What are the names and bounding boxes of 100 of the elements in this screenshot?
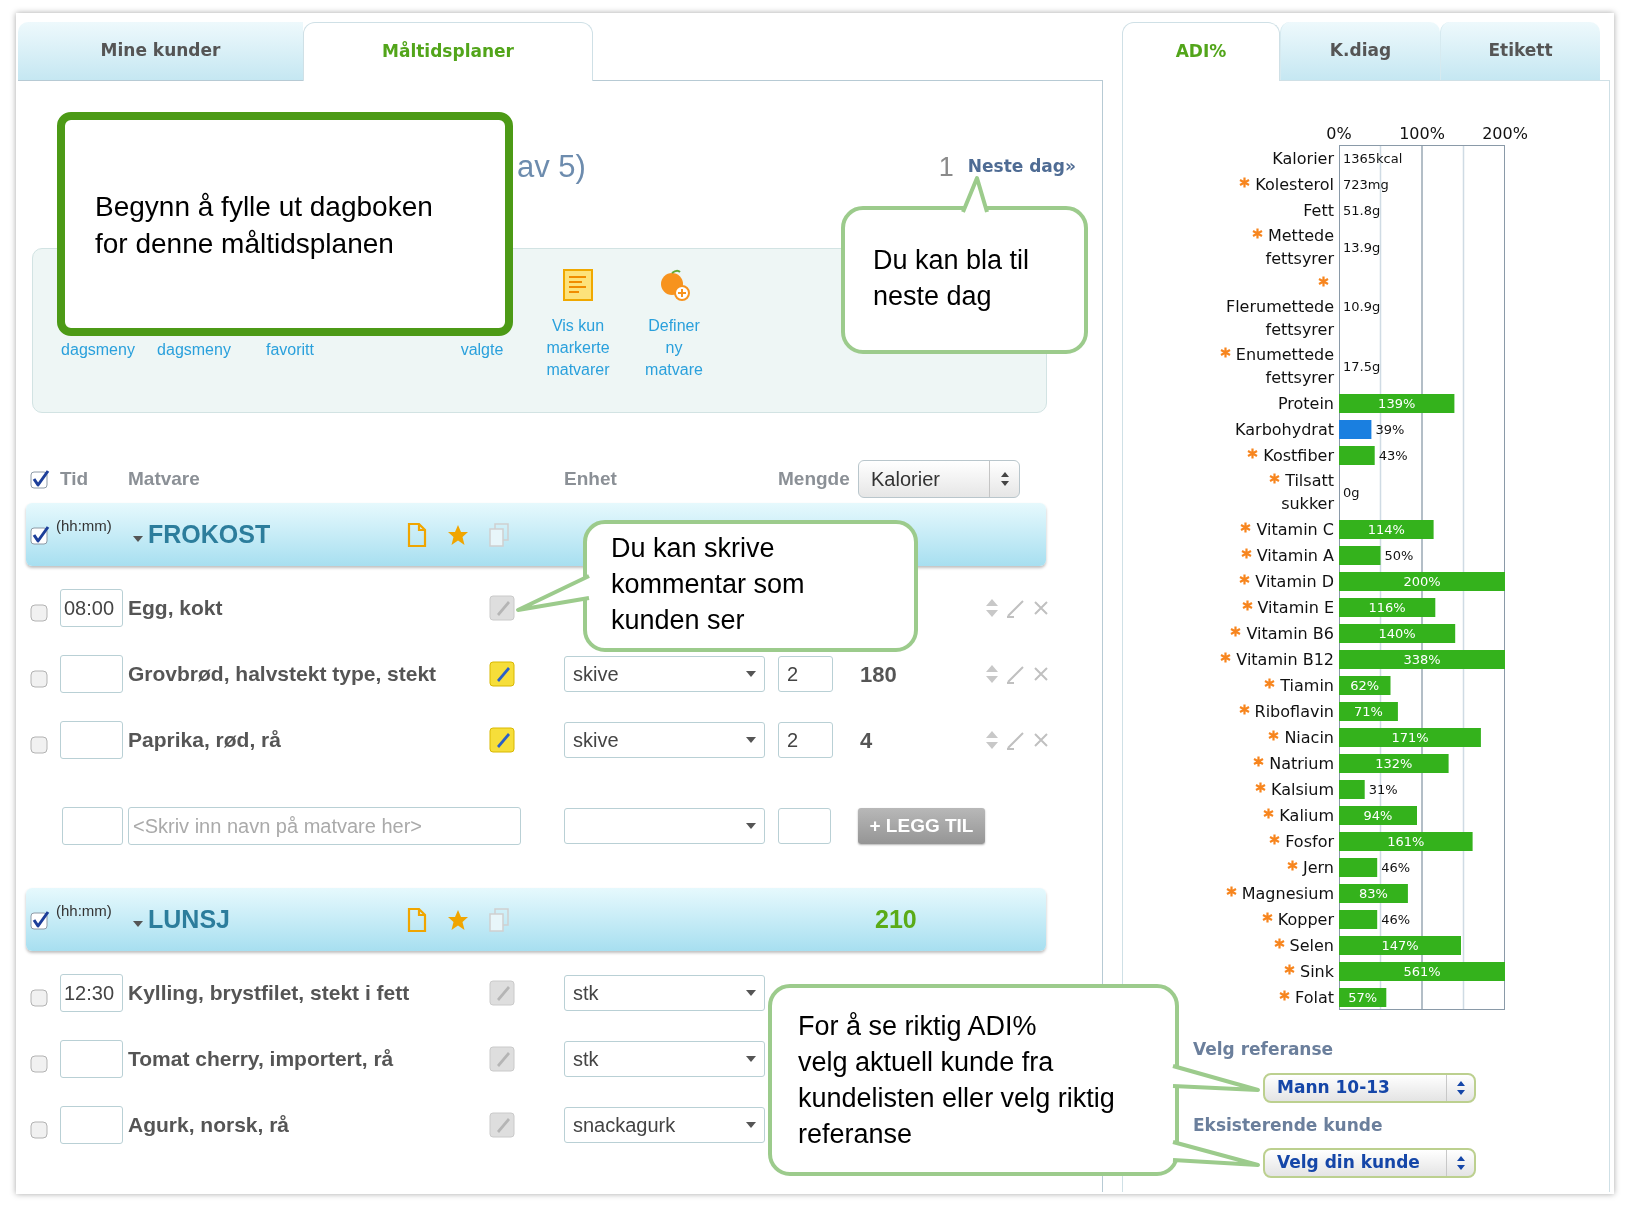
unit-dropdown[interactable]: skive xyxy=(564,656,765,692)
nutrient-label: Vitamin C xyxy=(1256,519,1334,539)
note-icon[interactable] xyxy=(489,661,515,687)
bar xyxy=(1339,909,1378,929)
checkbox[interactable] xyxy=(30,524,50,545)
caret-icon xyxy=(746,990,756,996)
tab[interactable]: Mine kunder xyxy=(18,22,303,80)
value-label: 46% xyxy=(1381,859,1411,875)
food-name: Agurk, norsk, rå xyxy=(128,1112,290,1139)
nutrient-label: Vitamin E xyxy=(1257,597,1334,617)
bar xyxy=(1339,701,1398,721)
time-field[interactable]: 12:30 xyxy=(60,974,123,1012)
unit-dropdown[interactable] xyxy=(564,808,765,844)
note-icon[interactable] xyxy=(489,727,515,753)
checkbox[interactable] xyxy=(30,469,50,489)
food-name: Tomat cherry, importert, rå xyxy=(128,1046,394,1073)
delete-icon[interactable] xyxy=(1033,666,1049,682)
calorie-value: 4 xyxy=(860,727,873,753)
caret-icon xyxy=(746,1056,756,1062)
unit-dropdown[interactable]: snackagurk xyxy=(564,1107,765,1143)
tab[interactable]: K.diag xyxy=(1280,22,1440,80)
value-label: 46% xyxy=(1381,911,1411,927)
caret-icon xyxy=(746,1122,756,1128)
checkbox[interactable] xyxy=(30,987,50,1007)
callout-bubble: Begynn å fylle ut dagboken for denne måltidsplanen xyxy=(57,112,513,336)
pencil-icon[interactable] xyxy=(1006,730,1026,750)
column-header: Matvare xyxy=(128,467,200,489)
unit-dropdown[interactable]: skive xyxy=(564,722,765,758)
checkbox[interactable] xyxy=(30,1119,50,1139)
value-label: 140% xyxy=(1378,625,1416,641)
nutrient-label: Vitamin B12 xyxy=(1236,649,1334,669)
amount-field[interactable]: 2 xyxy=(778,722,833,758)
checkbox[interactable] xyxy=(30,1053,50,1073)
unit-dropdown[interactable]: stk xyxy=(564,975,765,1011)
copy-icon[interactable] xyxy=(489,522,509,547)
up-down-arrows-icon xyxy=(1455,1079,1466,1096)
nutrient-label: Enumettede fettsyrer xyxy=(1235,345,1334,387)
amount-field[interactable]: 2 xyxy=(778,656,833,692)
customer-dropdown[interactable]: Velg din kunde xyxy=(1263,1148,1476,1178)
time-field[interactable] xyxy=(60,655,123,693)
sort-icon[interactable] xyxy=(985,598,999,618)
delete-icon[interactable] xyxy=(1033,600,1049,616)
time-field[interactable] xyxy=(62,807,123,845)
value-label: 62% xyxy=(1350,677,1380,693)
document-icon[interactable] xyxy=(407,521,427,548)
nutrient-label: Tilsatt sukker xyxy=(1281,471,1334,513)
value-label: 17.5g xyxy=(1343,358,1381,374)
value-label: 723mg xyxy=(1343,176,1389,192)
value-label: 51.8g xyxy=(1343,202,1381,218)
time-field[interactable] xyxy=(60,721,123,759)
delete-icon[interactable] xyxy=(1033,732,1049,748)
food-name: Kylling, brystfilet, stekt i fett xyxy=(128,980,410,1007)
checkbox[interactable] xyxy=(30,909,50,930)
list-icon xyxy=(562,269,594,301)
up-down-arrows-icon xyxy=(1455,1155,1466,1171)
star-icon[interactable] xyxy=(447,523,469,546)
axis-tick-label: 100% xyxy=(1399,125,1445,143)
nutrient-label: Vitamin A xyxy=(1256,545,1334,565)
nutrient-label: Protein xyxy=(1277,393,1334,413)
nutrient-label: Tiamin xyxy=(1280,675,1334,695)
nutrient-label: Folat xyxy=(1295,987,1334,1007)
nutrient-label: Selen xyxy=(1289,935,1334,955)
tab[interactable]: Etikett xyxy=(1440,22,1600,80)
time-format-hint: (hh:mm) xyxy=(56,901,113,921)
time-field[interactable] xyxy=(60,1106,123,1144)
value-label: 147% xyxy=(1381,937,1419,953)
food-name: Grovbrød, halvstekt type, stekt xyxy=(128,661,437,688)
nutrient-label: Fett xyxy=(1303,200,1334,220)
value-label: 31% xyxy=(1368,781,1398,797)
sort-icon[interactable] xyxy=(985,730,999,750)
value-label: 83% xyxy=(1358,885,1388,901)
document-icon[interactable] xyxy=(407,906,427,933)
time-field[interactable]: 08:00 xyxy=(60,589,123,627)
checkbox[interactable] xyxy=(30,602,50,622)
sort-icon[interactable] xyxy=(985,664,999,684)
value-label: 200% xyxy=(1403,573,1441,589)
reference-dropdown[interactable]: Mann 10-13 xyxy=(1263,1072,1476,1103)
value-label: 1365kcal xyxy=(1343,150,1403,166)
value-label: 338% xyxy=(1403,651,1441,667)
amount-field[interactable] xyxy=(778,808,831,844)
star-icon[interactable] xyxy=(447,908,469,931)
nutrient-label: Mettede fettsyrer xyxy=(1265,226,1334,268)
nutrient-label: Flerumettede fettsyrer xyxy=(1225,297,1334,339)
axis-tick-label: 200% xyxy=(1482,125,1528,143)
bar xyxy=(1339,419,1372,439)
value-label: 139% xyxy=(1378,395,1416,411)
pencil-icon[interactable] xyxy=(1006,598,1026,618)
time-field[interactable] xyxy=(60,1040,123,1078)
value-label: 0g xyxy=(1343,484,1360,500)
unit-dropdown[interactable]: stk xyxy=(564,1041,765,1077)
caret-icon xyxy=(746,823,756,829)
pencil-icon[interactable] xyxy=(1006,664,1026,684)
copy-icon[interactable] xyxy=(489,907,509,932)
next-day-link[interactable]: Neste dag» xyxy=(967,154,1076,180)
checkbox[interactable] xyxy=(30,668,50,688)
checkbox[interactable] xyxy=(30,734,50,754)
caret-icon[interactable] xyxy=(133,920,143,927)
caret-icon[interactable] xyxy=(133,535,143,542)
meal-name: FROKOST xyxy=(148,518,272,550)
measure-dropdown[interactable]: Kalorier xyxy=(858,460,1020,498)
